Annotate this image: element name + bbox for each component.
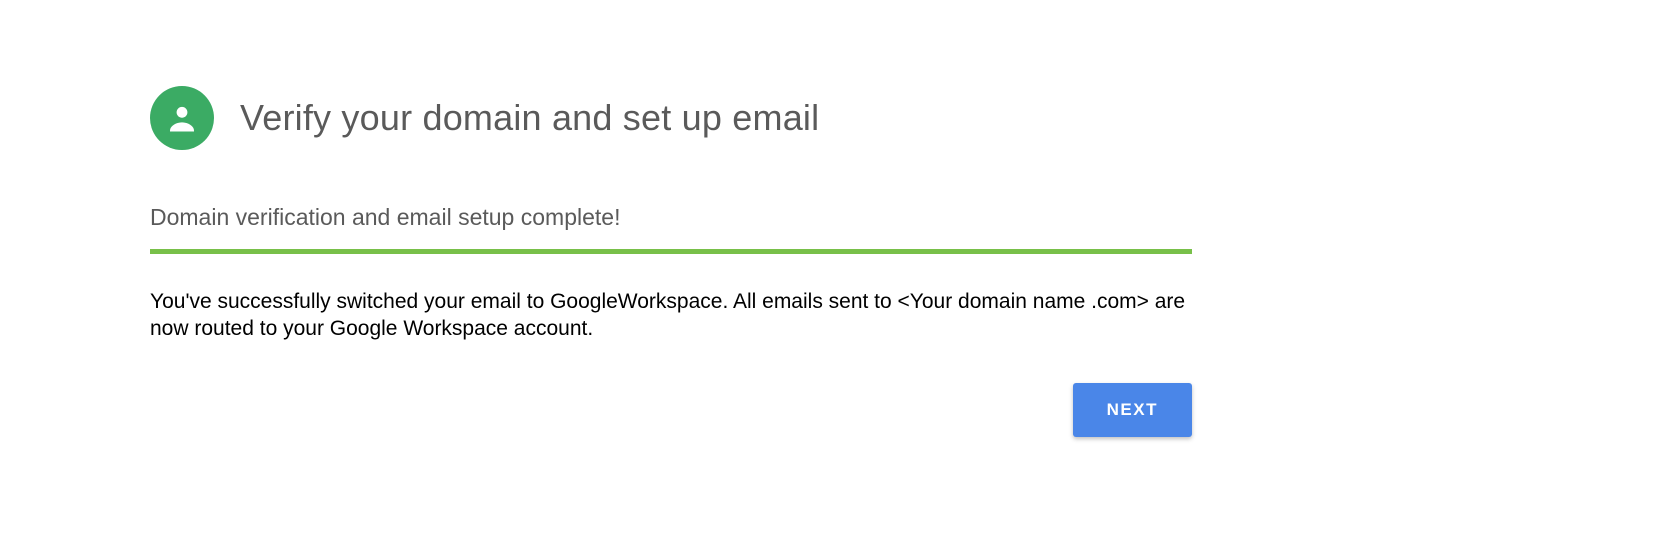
page-title: Verify your domain and set up email bbox=[240, 97, 819, 139]
next-button[interactable]: NEXT bbox=[1073, 383, 1192, 437]
description-text: You've successfully switched your email … bbox=[150, 288, 1192, 343]
setup-panel: Verify your domain and set up email Doma… bbox=[150, 86, 1200, 437]
person-icon bbox=[150, 86, 214, 150]
status-section: Domain verification and email setup comp… bbox=[150, 204, 1200, 254]
status-message: Domain verification and email setup comp… bbox=[150, 204, 1200, 231]
progress-bar bbox=[150, 249, 1192, 254]
button-row: NEXT bbox=[150, 383, 1192, 437]
panel-header: Verify your domain and set up email bbox=[150, 86, 1200, 150]
